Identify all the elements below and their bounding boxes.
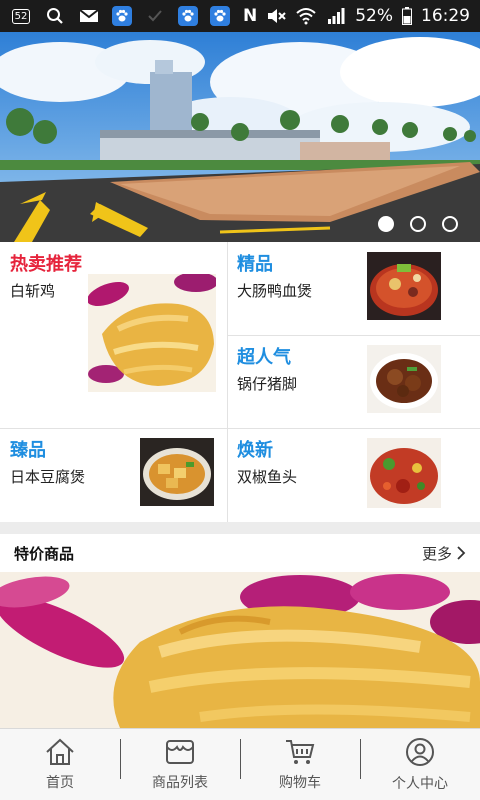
mute-icon: [265, 7, 287, 25]
dish-image: [367, 252, 441, 320]
banner-carousel[interactable]: [0, 32, 480, 242]
chevron-right-icon: [457, 546, 466, 560]
battery-percent: 52%: [355, 6, 393, 26]
dish-image: [88, 274, 216, 392]
store-icon: [166, 739, 194, 764]
carousel-dot[interactable]: [442, 216, 458, 232]
nav-label: 购物车: [279, 774, 321, 791]
featured-tag: 超人气: [237, 347, 291, 368]
nav-profile[interactable]: 个人中心: [360, 729, 480, 800]
banner-image: [0, 32, 480, 242]
cart-icon: [286, 739, 315, 764]
app-paw-icon: [112, 6, 132, 26]
featured-dish-name: 双椒鱼头: [237, 468, 298, 486]
nfc-icon: N: [242, 6, 258, 26]
status-bar: 52 N 52% 16:29: [0, 0, 480, 32]
clock: 16:29: [421, 6, 470, 26]
dish-image: [367, 438, 441, 508]
featured-tag: 精品: [237, 254, 273, 275]
featured-tag: 焕新: [237, 440, 273, 461]
dish-image: [367, 345, 441, 413]
more-link[interactable]: 更多: [422, 543, 466, 564]
bottom-nav: 首页 商品列表 购物车 个人中心: [0, 728, 480, 800]
special-offer-banner[interactable]: [0, 572, 480, 728]
carousel-dot-active[interactable]: [378, 216, 394, 232]
dish-image: [140, 438, 214, 506]
nav-label: 商品列表: [152, 774, 208, 791]
featured-grid: 热卖推荐 白斩鸡 精品 大肠鸭血煲 超人气 锅仔猪脚 臻品 日本豆腐煲 焕新 双…: [0, 242, 480, 522]
section-title: 特价商品: [14, 544, 75, 563]
section-divider: [0, 522, 480, 534]
check-icon: [144, 7, 166, 25]
featured-dish-name: 锅仔猪脚: [237, 375, 298, 393]
featured-tag: 热卖推荐: [10, 254, 82, 275]
featured-dish-name: 日本豆腐煲: [10, 468, 86, 486]
wifi-icon: [295, 7, 317, 25]
carousel-indicator: [378, 216, 458, 232]
featured-tag: 臻品: [10, 440, 46, 461]
app-paw-icon: [210, 6, 230, 26]
nav-products[interactable]: 商品列表: [120, 729, 240, 800]
featured-item-yutou[interactable]: 焕新 双椒鱼头: [227, 428, 480, 522]
more-label: 更多: [421, 544, 452, 563]
special-offer-image: [0, 572, 480, 728]
featured-dish-name: 白斩鸡: [10, 282, 56, 300]
nav-label: 首页: [46, 774, 74, 791]
featured-item-doufu[interactable]: 臻品 日本豆腐煲: [0, 428, 227, 522]
featured-dish-name: 大肠鸭血煲: [237, 282, 313, 300]
notification-count-icon: 52: [10, 7, 32, 25]
nav-cart[interactable]: 购物车: [240, 729, 360, 800]
special-offers-header: 特价商品 更多: [0, 534, 480, 572]
carousel-dot[interactable]: [410, 216, 426, 232]
search-icon: [44, 7, 66, 25]
signal-icon: [325, 7, 347, 25]
featured-item-dachang[interactable]: 精品 大肠鸭血煲: [227, 242, 480, 335]
home-icon: [46, 738, 74, 765]
featured-item-guozai[interactable]: 超人气 锅仔猪脚: [227, 335, 480, 428]
featured-item-baizhanji[interactable]: 热卖推荐 白斩鸡: [0, 242, 227, 428]
user-icon: [406, 737, 434, 766]
mail-icon: [78, 7, 100, 25]
notification-count: 52: [11, 8, 31, 24]
nav-home[interactable]: 首页: [0, 729, 120, 800]
battery-icon: [401, 7, 413, 25]
nav-label: 个人中心: [392, 775, 448, 792]
app-paw-icon: [178, 6, 198, 26]
